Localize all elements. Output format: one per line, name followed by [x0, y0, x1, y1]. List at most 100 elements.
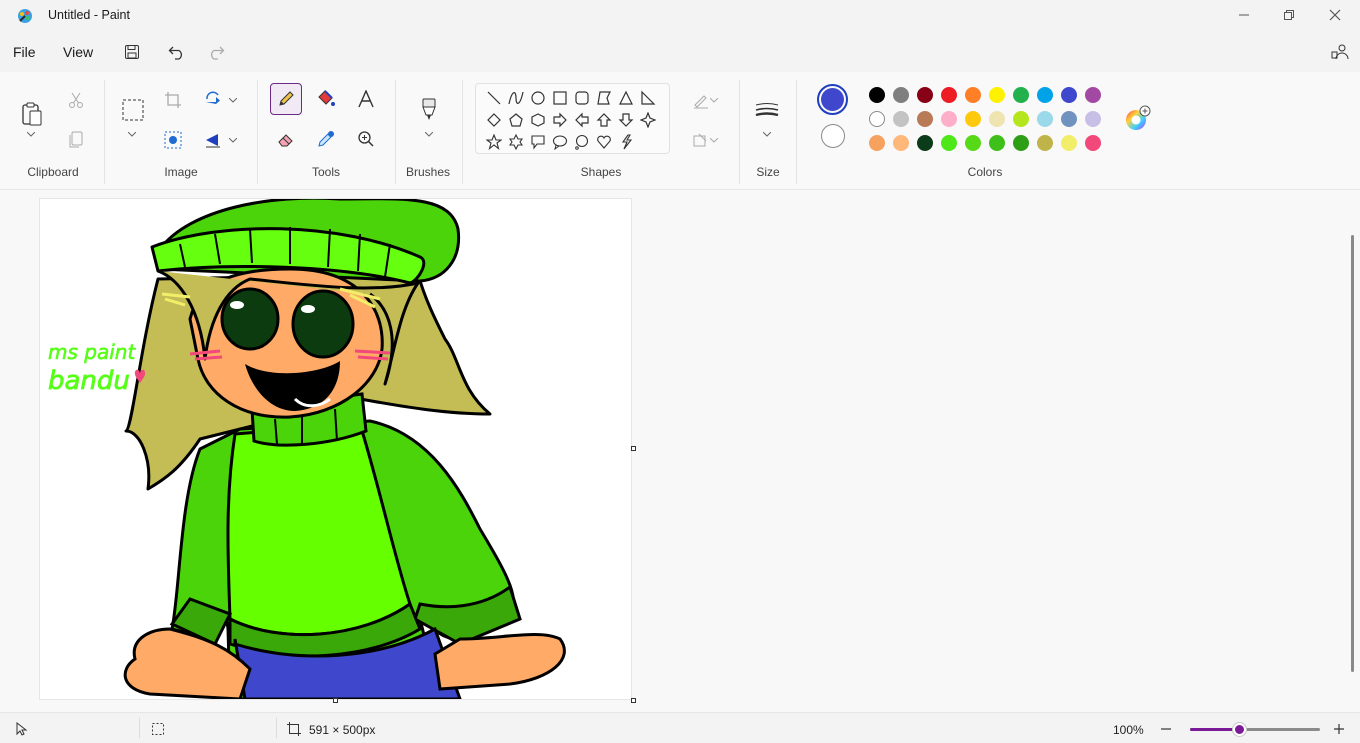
- rectangle-shape[interactable]: [550, 88, 570, 108]
- palette-swatch[interactable]: [989, 135, 1005, 151]
- color-picker-tool[interactable]: [310, 123, 342, 155]
- palette-swatch[interactable]: [1061, 111, 1077, 127]
- palette-swatch[interactable]: [1085, 111, 1101, 127]
- view-menu[interactable]: View: [63, 44, 93, 60]
- save-icon: [125, 45, 139, 59]
- right-arrow-shape[interactable]: [550, 110, 570, 130]
- flip-dropdown[interactable]: [224, 126, 242, 154]
- palette-swatch[interactable]: [965, 111, 981, 127]
- image-select-button[interactable]: [157, 124, 189, 156]
- edit-colors-button[interactable]: [1123, 105, 1155, 137]
- palette-swatch[interactable]: [941, 111, 957, 127]
- redo-button[interactable]: [202, 39, 230, 65]
- outline-dropdown[interactable]: [706, 84, 722, 116]
- eraser-tool[interactable]: [270, 123, 302, 155]
- fill-shape-dropdown[interactable]: [706, 124, 722, 156]
- palette-swatch[interactable]: [1013, 111, 1029, 127]
- ribbon-separator: [104, 80, 105, 184]
- line-shape[interactable]: [484, 88, 504, 108]
- palette-swatch[interactable]: [893, 111, 909, 127]
- select-dropdown[interactable]: [122, 124, 142, 144]
- oval-callout-shape[interactable]: [550, 132, 570, 152]
- scrollbar-thumb[interactable]: [1351, 235, 1354, 672]
- pencil-tool[interactable]: [270, 83, 302, 115]
- drawing-canvas[interactable]: ms paint bandu: [40, 199, 631, 699]
- size-button[interactable]: [751, 94, 783, 126]
- lightning-shape[interactable]: [616, 132, 636, 152]
- account-button[interactable]: [1326, 39, 1354, 65]
- palette-swatch[interactable]: [965, 87, 981, 103]
- vertical-scrollbar[interactable]: [1350, 191, 1360, 712]
- paste-dropdown[interactable]: [21, 124, 41, 144]
- palette-swatch[interactable]: [1037, 87, 1053, 103]
- resize-handle-right[interactable]: [631, 446, 636, 451]
- palette-swatch[interactable]: [1037, 111, 1053, 127]
- crop-button[interactable]: [157, 84, 189, 116]
- palette-swatch[interactable]: [941, 87, 957, 103]
- resize-handle-bottom[interactable]: [333, 698, 338, 703]
- rounded-rectangle-shape[interactable]: [572, 88, 592, 108]
- undo-button[interactable]: [163, 39, 191, 65]
- heart-shape[interactable]: [594, 132, 614, 152]
- up-arrow-shape[interactable]: [594, 110, 614, 130]
- zoom-slider[interactable]: [1190, 723, 1320, 736]
- right-triangle-shape[interactable]: [638, 88, 658, 108]
- palette-swatch[interactable]: [869, 87, 885, 103]
- pentagon-shape[interactable]: [506, 110, 526, 130]
- palette-swatch[interactable]: [989, 87, 1005, 103]
- cut-button[interactable]: [60, 84, 92, 116]
- zoom-level[interactable]: 100%: [1113, 723, 1144, 737]
- brushes-dropdown[interactable]: [419, 124, 439, 144]
- palette-swatch[interactable]: [869, 135, 885, 151]
- file-menu[interactable]: File: [13, 44, 36, 60]
- restore-button[interactable]: [1266, 0, 1312, 30]
- palette-swatch[interactable]: [1013, 87, 1029, 103]
- palette-swatch[interactable]: [1061, 135, 1077, 151]
- minimize-button[interactable]: [1221, 0, 1267, 30]
- cloud-callout-shape[interactable]: [572, 132, 592, 152]
- oval-shape[interactable]: [528, 88, 548, 108]
- polygon-shape[interactable]: [594, 88, 614, 108]
- zoom-in-button[interactable]: [1333, 721, 1351, 737]
- zoom-out-button[interactable]: [1160, 721, 1178, 737]
- magnifier-tool[interactable]: [350, 123, 382, 155]
- palette-swatch[interactable]: [893, 135, 909, 151]
- left-arrow-shape[interactable]: [572, 110, 592, 130]
- down-arrow-shape[interactable]: [616, 110, 636, 130]
- five-point-star-shape[interactable]: [484, 132, 504, 152]
- curve-shape[interactable]: [506, 88, 526, 108]
- hexagon-shape[interactable]: [528, 110, 548, 130]
- size-dropdown[interactable]: [757, 124, 777, 144]
- palette-swatch[interactable]: [869, 111, 885, 127]
- palette-swatch[interactable]: [1037, 135, 1053, 151]
- four-point-star-shape[interactable]: [638, 110, 658, 130]
- resize-dropdown[interactable]: [224, 86, 242, 114]
- palette-swatch[interactable]: [989, 111, 1005, 127]
- primary-color-button[interactable]: [817, 84, 848, 115]
- text-tool[interactable]: [350, 83, 382, 115]
- palette-swatch[interactable]: [917, 87, 933, 103]
- palette-swatch[interactable]: [1061, 87, 1077, 103]
- brushes-button[interactable]: [413, 94, 445, 126]
- six-point-star-shape[interactable]: [506, 132, 526, 152]
- palette-swatch[interactable]: [1013, 135, 1029, 151]
- zoom-slider-thumb[interactable]: [1233, 723, 1247, 736]
- palette-swatch[interactable]: [1085, 135, 1101, 151]
- close-button[interactable]: [1312, 0, 1358, 30]
- palette-swatch[interactable]: [941, 135, 957, 151]
- triangle-shape[interactable]: [616, 88, 636, 108]
- palette-swatch[interactable]: [965, 135, 981, 151]
- palette-swatch[interactable]: [893, 87, 909, 103]
- speech-bubble-oval-icon: [552, 135, 568, 150]
- fill-tool[interactable]: [310, 83, 342, 115]
- select-button[interactable]: [117, 94, 149, 126]
- palette-swatch[interactable]: [917, 135, 933, 151]
- copy-button[interactable]: [60, 124, 92, 156]
- secondary-color-button[interactable]: [821, 124, 845, 148]
- diamond-shape[interactable]: [484, 110, 504, 130]
- palette-swatch[interactable]: [1085, 87, 1101, 103]
- save-button[interactable]: [118, 39, 146, 65]
- palette-swatch[interactable]: [917, 111, 933, 127]
- rect-callout-shape[interactable]: [528, 132, 548, 152]
- resize-handle-corner[interactable]: [631, 698, 636, 703]
